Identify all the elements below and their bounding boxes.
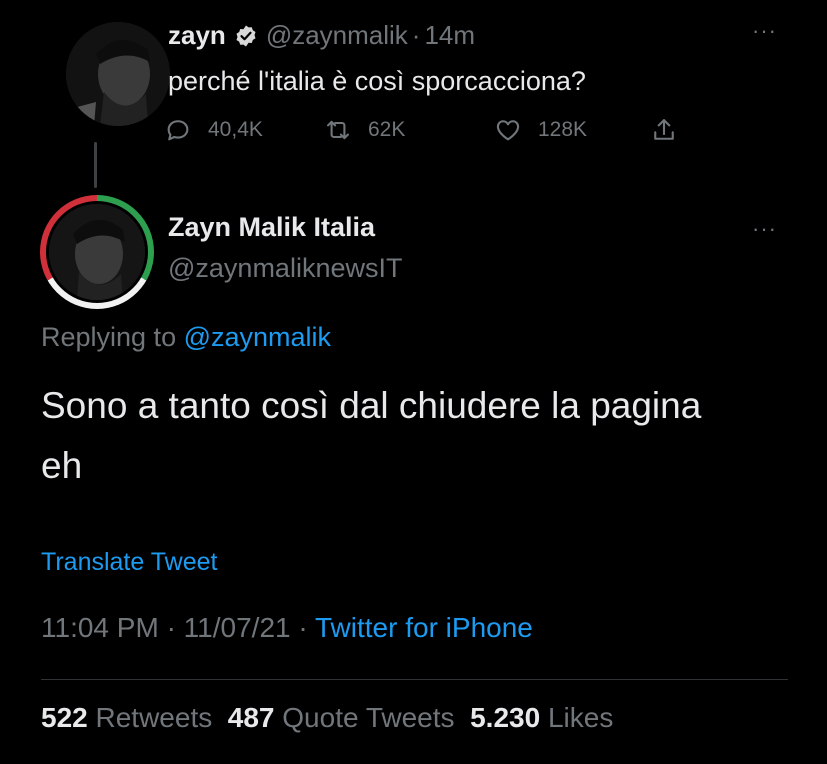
- retweets-count: 522: [41, 702, 88, 733]
- reply-text: Sono a tanto così dal chiudere la pagina…: [41, 385, 702, 486]
- retweet-count: 62K: [368, 118, 406, 141]
- likes-label: Likes: [547, 702, 614, 733]
- retweets-label: Retweets: [95, 702, 213, 733]
- tweet-source-link[interactable]: Twitter for iPhone: [315, 612, 533, 643]
- meta-separator: ·: [166, 612, 176, 643]
- more-options-icon[interactable]: ···: [752, 18, 777, 44]
- tweet-action-bar: 40,4K 62K 128K: [164, 116, 704, 150]
- original-tweet-header: zayn @zaynmalik · 14m: [168, 20, 475, 51]
- reply-button[interactable]: 40,4K: [164, 116, 263, 144]
- translate-tweet-link[interactable]: Translate Tweet: [41, 548, 217, 577]
- quotes-count: 487: [227, 702, 275, 733]
- share-button[interactable]: [650, 116, 694, 144]
- replying-to: Replying to @zaynmalik: [41, 322, 331, 353]
- tweet-stats: 522 Retweets 487 Quote Tweets 5.230 Like…: [41, 702, 613, 734]
- meta-separator: ·: [298, 612, 308, 643]
- quotes-label: Quote Tweets: [282, 702, 455, 733]
- original-tweet-text: perché l'italia è così sporcacciona?: [168, 66, 586, 96]
- tweet-date[interactable]: 11/07/21: [184, 612, 291, 643]
- replying-prefix: Replying to: [41, 322, 177, 352]
- likes-stat[interactable]: 5.230 Likes: [470, 702, 613, 733]
- replying-to-handle[interactable]: @zaynmalik: [184, 322, 331, 352]
- reply-author-name[interactable]: Zayn Malik Italia: [168, 212, 375, 243]
- verified-badge-icon: [236, 25, 256, 46]
- author-handle[interactable]: @zaynmalik: [266, 20, 408, 51]
- like-count: 128K: [538, 118, 588, 141]
- thread-line: [94, 142, 97, 188]
- quotes-stat[interactable]: 487 Quote Tweets: [228, 702, 455, 733]
- retweets-stat[interactable]: 522 Retweets: [41, 702, 212, 733]
- author-name[interactable]: zayn: [168, 20, 226, 51]
- retweet-button[interactable]: 62K: [324, 116, 405, 144]
- avatar-photo: [66, 22, 170, 126]
- avatar-photo: [49, 204, 145, 300]
- tweet-meta: 11:04 PM · 11/07/21 · Twitter for iPhone: [41, 612, 533, 644]
- divider: [41, 679, 788, 680]
- reply-count: 40,4K: [208, 118, 263, 141]
- heart-icon: [496, 120, 520, 141]
- reply-author-handle[interactable]: @zaynmaliknewsIT: [168, 253, 402, 284]
- time-ago[interactable]: 14m: [424, 20, 475, 51]
- more-options-icon[interactable]: ···: [752, 216, 777, 242]
- retweet-icon: [327, 120, 349, 140]
- like-button[interactable]: 128K: [494, 116, 587, 144]
- avatar-zayn[interactable]: [66, 22, 170, 126]
- avatar-zayn-malik-italia[interactable]: [49, 204, 145, 300]
- header-separator: ·: [411, 20, 421, 50]
- likes-count: 5.230: [470, 702, 541, 733]
- reply-icon: [167, 120, 189, 141]
- tweet-time[interactable]: 11:04 PM: [41, 612, 159, 643]
- share-icon: [654, 119, 674, 140]
